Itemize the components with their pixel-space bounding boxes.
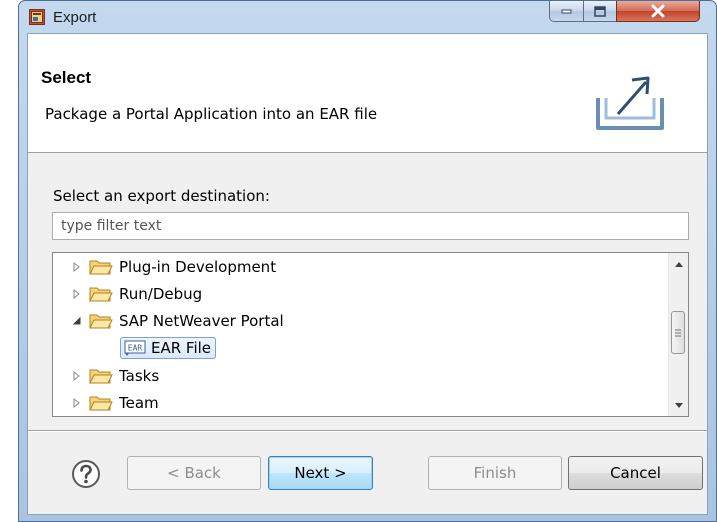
minimize-button[interactable]: [549, 1, 584, 22]
close-icon: [651, 4, 665, 18]
window-title: Export: [53, 9, 97, 26]
folder-icon: [89, 260, 113, 275]
scroll-down-icon: [674, 402, 683, 408]
tree-item-label: Plug-in Development: [119, 258, 277, 276]
back-button[interactable]: < Back: [127, 456, 261, 490]
export-destination-tree[interactable]: Plug-in Development Run/Debug SAP NetWea…: [52, 252, 689, 417]
tree-item-tasks[interactable]: Tasks: [69, 363, 159, 389]
close-button[interactable]: [616, 1, 700, 22]
folder-icon: [89, 287, 113, 302]
tree-item-ear-file[interactable]: EAR EAR File: [120, 335, 217, 361]
tree-item-label: Tasks: [119, 367, 160, 385]
svg-text:EAR: EAR: [128, 344, 143, 353]
tree-item-label: EAR File: [151, 339, 212, 357]
expand-arrow-icon[interactable]: [69, 286, 85, 302]
tree-item-label: SAP NetWeaver Portal: [119, 312, 284, 330]
tree-item-team[interactable]: Team: [69, 390, 159, 416]
scroll-up-button[interactable]: [669, 255, 688, 273]
tree-item-run-debug[interactable]: Run/Debug: [69, 281, 202, 307]
export-destination-label: Select an export destination:: [53, 187, 270, 205]
dialog-body: Select Package a Portal Application into…: [27, 33, 708, 515]
export-wizard-icon: [596, 76, 664, 130]
page-title: Select: [41, 68, 92, 87]
maximize-button[interactable]: [583, 1, 617, 22]
scroll-thumb[interactable]: [671, 311, 685, 354]
collapse-arrow-icon[interactable]: [69, 313, 85, 329]
next-button[interactable]: Next >: [268, 456, 373, 490]
folder-icon: [89, 396, 113, 411]
wizard-header: Select Package a Portal Application into…: [28, 34, 707, 153]
expand-arrow-icon[interactable]: [69, 395, 85, 411]
expand-arrow-icon[interactable]: [69, 368, 85, 384]
cancel-button[interactable]: Cancel: [568, 456, 703, 490]
ear-file-icon: EAR: [124, 340, 146, 356]
title-bar[interactable]: Export: [19, 1, 716, 34]
export-dialog-window: Export Select Package a Portal Applicati…: [18, 0, 717, 522]
minimize-icon: [561, 9, 571, 14]
page-description: Package a Portal Application into an EAR…: [45, 105, 378, 123]
tree-item-label: Team: [119, 394, 159, 412]
folder-icon: [89, 369, 113, 384]
tree-item-plugin-development[interactable]: Plug-in Development: [69, 254, 276, 280]
export-window-icon: [29, 9, 45, 25]
tree-item-sap-netweaver-portal[interactable]: SAP NetWeaver Portal: [69, 308, 284, 334]
folder-icon: [89, 314, 113, 329]
grip-icon: [675, 329, 681, 336]
help-icon[interactable]: [71, 459, 101, 489]
scroll-up-icon: [674, 261, 683, 267]
filter-input[interactable]: [52, 212, 689, 240]
finish-button[interactable]: Finish: [428, 456, 562, 490]
selected-tree-item[interactable]: EAR EAR File: [120, 337, 217, 359]
maximize-icon: [594, 5, 606, 17]
expand-arrow-icon[interactable]: [69, 259, 85, 275]
button-bar-separator: [28, 430, 707, 432]
tree-vertical-scrollbar[interactable]: [668, 253, 688, 416]
scroll-down-button[interactable]: [669, 396, 688, 414]
tree-item-label: Run/Debug: [119, 285, 203, 303]
